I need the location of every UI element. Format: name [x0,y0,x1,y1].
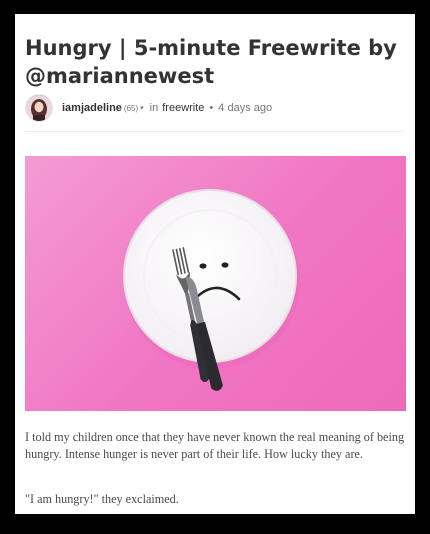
post-timestamp[interactable]: 4 days ago [218,102,272,114]
reputation-score: (65) [123,103,139,113]
post-paragraph: "I am hungry!" they exclaimed. [25,492,179,506]
author-link[interactable]: iamjadeline [62,102,122,114]
post-image[interactable] [25,156,406,411]
in-label: in [149,102,159,114]
community-link[interactable]: freewrite [162,102,204,114]
plate-eye-left [199,263,207,269]
avatar-image [26,95,52,121]
post-paragraph: I told my children once that they have n… [25,430,405,461]
post-title[interactable]: Hungry | 5-minute Freewrite by @marianne… [25,34,405,90]
avatar[interactable] [25,94,53,122]
chevron-down-icon[interactable]: ▾ [140,104,144,112]
separator-dot: • [209,102,214,114]
post-meta: iamjadeline (65) ▾ in freewrite • 4 days… [25,94,405,122]
divider [25,131,405,132]
plate-eye-right [221,262,229,268]
post-card: Hungry | 5-minute Freewrite by @marianne… [15,14,415,514]
plate-illustration [123,189,300,391]
